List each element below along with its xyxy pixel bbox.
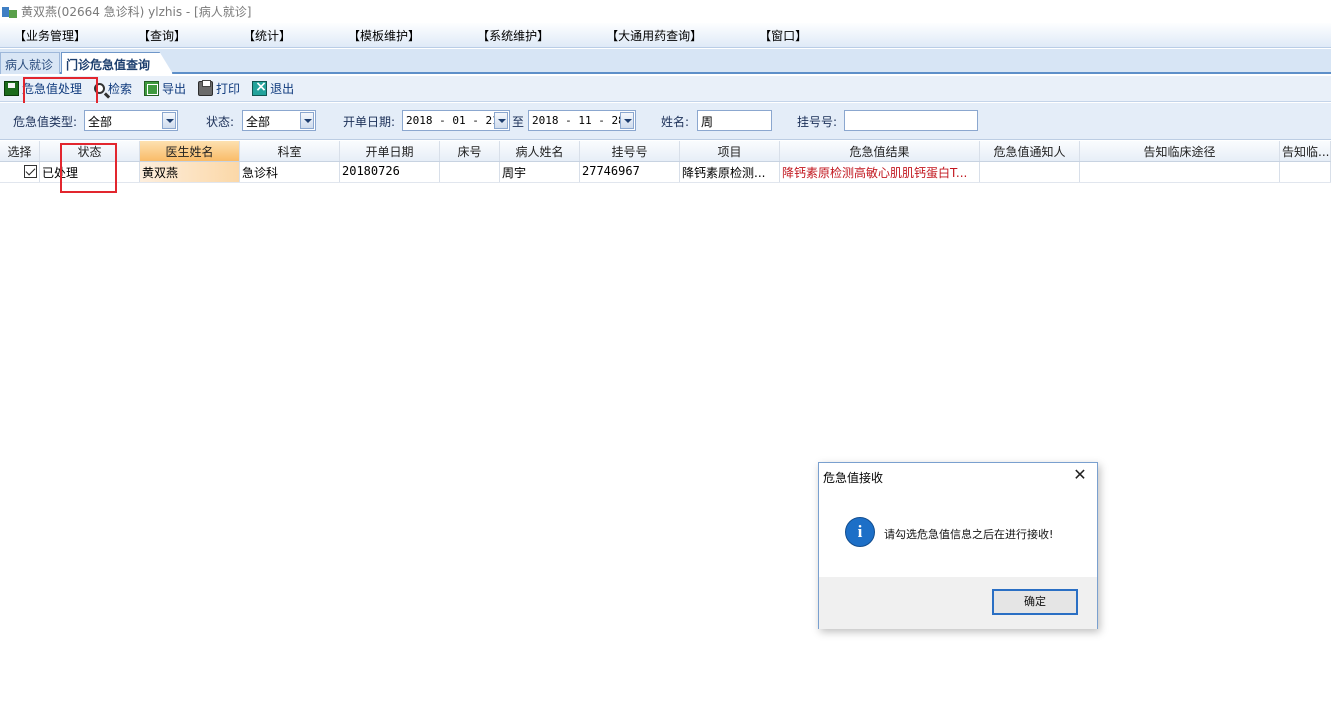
row-notifier — [980, 162, 1080, 182]
col-extra[interactable]: 告知临... — [1280, 141, 1331, 161]
col-select[interactable]: 选择 — [0, 141, 40, 161]
row-route — [1080, 162, 1280, 182]
toolbar: 危急值处理 检索 导出 打印 退出 — [0, 76, 1331, 102]
col-patient[interactable]: 病人姓名 — [500, 141, 580, 161]
menu-bar: 【业务管理】 【查询】 【统计】 【模板维护】 【系统维护】 【大通用药查询】 … — [0, 23, 1331, 48]
critical-type-value: 全部 — [88, 115, 113, 129]
search-label: 检索 — [108, 82, 133, 96]
print-label: 打印 — [216, 82, 241, 96]
chevron-down-icon[interactable] — [300, 112, 314, 129]
menu-drug-query[interactable]: 【大通用药查询】 — [602, 27, 706, 44]
status-label: 状态: — [206, 115, 235, 129]
process-critical-label: 危急值处理 — [22, 82, 83, 96]
table-row[interactable]: 已处理 黄双燕 急诊科 20180726 周宇 27746967 降钙素原检测.… — [0, 162, 1331, 183]
critical-value-grid: 选择 状态 医生姓名 科室 开单日期 床号 病人姓名 挂号号 项目 危急值结果 … — [0, 141, 1331, 183]
col-result[interactable]: 危急值结果 — [780, 141, 980, 161]
window-title: 黄双燕(02664 急诊科) ylzhis - [病人就诊] — [21, 5, 252, 19]
export-button[interactable]: 导出 — [142, 78, 188, 100]
row-dept: 急诊科 — [240, 162, 340, 182]
menu-business[interactable]: 【业务管理】 — [10, 27, 90, 44]
date-to-picker[interactable]: 2018 - 11 - 28 — [528, 110, 636, 131]
app-icon — [2, 5, 18, 19]
col-dept[interactable]: 科室 — [240, 141, 340, 161]
ok-button[interactable]: 确定 — [992, 589, 1078, 615]
menu-query[interactable]: 【查询】 — [134, 27, 190, 44]
row-select-cell[interactable] — [0, 162, 40, 182]
close-icon[interactable]: ✕ — [1071, 466, 1089, 484]
col-doctor[interactable]: 医生姓名 — [140, 141, 240, 161]
date-to-value: 2018 - 11 - 28 — [532, 114, 625, 127]
menu-template[interactable]: 【模板维护】 — [344, 27, 424, 44]
row-item: 降钙素原检测... — [680, 162, 780, 182]
critical-receive-dialog: 危急值接收 ✕ i 请勾选危急值信息之后在进行接收! 确定 — [818, 462, 1098, 629]
col-bed[interactable]: 床号 — [440, 141, 500, 161]
menu-system[interactable]: 【系统维护】 — [473, 27, 553, 44]
row-bed — [440, 162, 500, 182]
col-status[interactable]: 状态 — [40, 141, 140, 161]
col-route[interactable]: 告知临床途径 — [1080, 141, 1280, 161]
status-select[interactable]: 全部 — [242, 110, 316, 131]
print-button[interactable]: 打印 — [196, 78, 242, 100]
col-date[interactable]: 开单日期 — [340, 141, 440, 161]
row-status: 已处理 — [40, 162, 140, 182]
chevron-down-icon[interactable] — [620, 112, 634, 129]
export-label: 导出 — [162, 82, 187, 96]
critical-type-select[interactable]: 全部 — [84, 110, 178, 131]
checkbox-checked-icon[interactable] — [24, 165, 37, 178]
dialog-footer: 确定 — [819, 577, 1097, 629]
row-extra — [1280, 162, 1331, 182]
save-icon — [4, 81, 19, 96]
name-label: 姓名: — [661, 115, 690, 129]
tab-patient-visit[interactable]: 病人就诊 — [0, 52, 61, 74]
magnifier-icon — [94, 83, 106, 94]
window-titlebar: 黄双燕(02664 急诊科) ylzhis - [病人就诊] — [0, 0, 1331, 23]
status-value: 全部 — [246, 115, 271, 129]
exit-label: 退出 — [270, 82, 295, 96]
tab-bar: 病人就诊 门诊危急值查询 — [0, 49, 1331, 74]
reg-no-label: 挂号号: — [797, 115, 838, 129]
filter-bar: 危急值类型: 全部 状态: 全部 开单日期: 2018 - 01 - 21 至 … — [0, 103, 1331, 140]
search-button[interactable]: 检索 — [92, 78, 134, 100]
chevron-down-icon[interactable] — [494, 112, 508, 129]
critical-type-label: 危急值类型: — [13, 115, 78, 129]
dialog-title: 危急值接收 — [823, 471, 884, 485]
name-input[interactable]: 周 — [697, 110, 772, 131]
col-item[interactable]: 项目 — [680, 141, 780, 161]
export-icon — [144, 81, 160, 96]
process-critical-button[interactable]: 危急值处理 — [2, 78, 84, 100]
row-result: 降钙素原检测高敏心肌肌钙蛋白T... — [780, 162, 980, 182]
menu-statistics[interactable]: 【统计】 — [239, 27, 295, 44]
date-separator: 至 — [512, 115, 525, 129]
date-from-value: 2018 - 01 - 21 — [406, 114, 499, 127]
tab-critical-value-query[interactable]: 门诊危急值查询 — [61, 52, 174, 74]
reg-no-input[interactable] — [844, 110, 978, 131]
row-patient: 周宇 — [500, 162, 580, 182]
grid-header: 选择 状态 医生姓名 科室 开单日期 床号 病人姓名 挂号号 项目 危急值结果 … — [0, 141, 1331, 162]
exit-button[interactable]: 退出 — [250, 78, 296, 100]
col-reg-no[interactable]: 挂号号 — [580, 141, 680, 161]
row-reg-no: 27746967 — [580, 162, 680, 182]
row-date: 20180726 — [340, 162, 440, 182]
chevron-down-icon[interactable] — [162, 112, 176, 129]
printer-icon — [198, 80, 214, 96]
info-icon: i — [845, 517, 875, 547]
exit-icon — [252, 79, 268, 96]
col-notifier[interactable]: 危急值通知人 — [980, 141, 1080, 161]
row-doctor: 黄双燕 — [140, 162, 240, 182]
dialog-message: 请勾选危急值信息之后在进行接收! — [884, 528, 1054, 541]
date-from-picker[interactable]: 2018 - 01 - 21 — [402, 110, 510, 131]
date-label: 开单日期: — [343, 115, 396, 129]
dialog-body: i 请勾选危急值信息之后在进行接收! — [819, 489, 1097, 577]
menu-window[interactable]: 【窗口】 — [755, 27, 811, 44]
